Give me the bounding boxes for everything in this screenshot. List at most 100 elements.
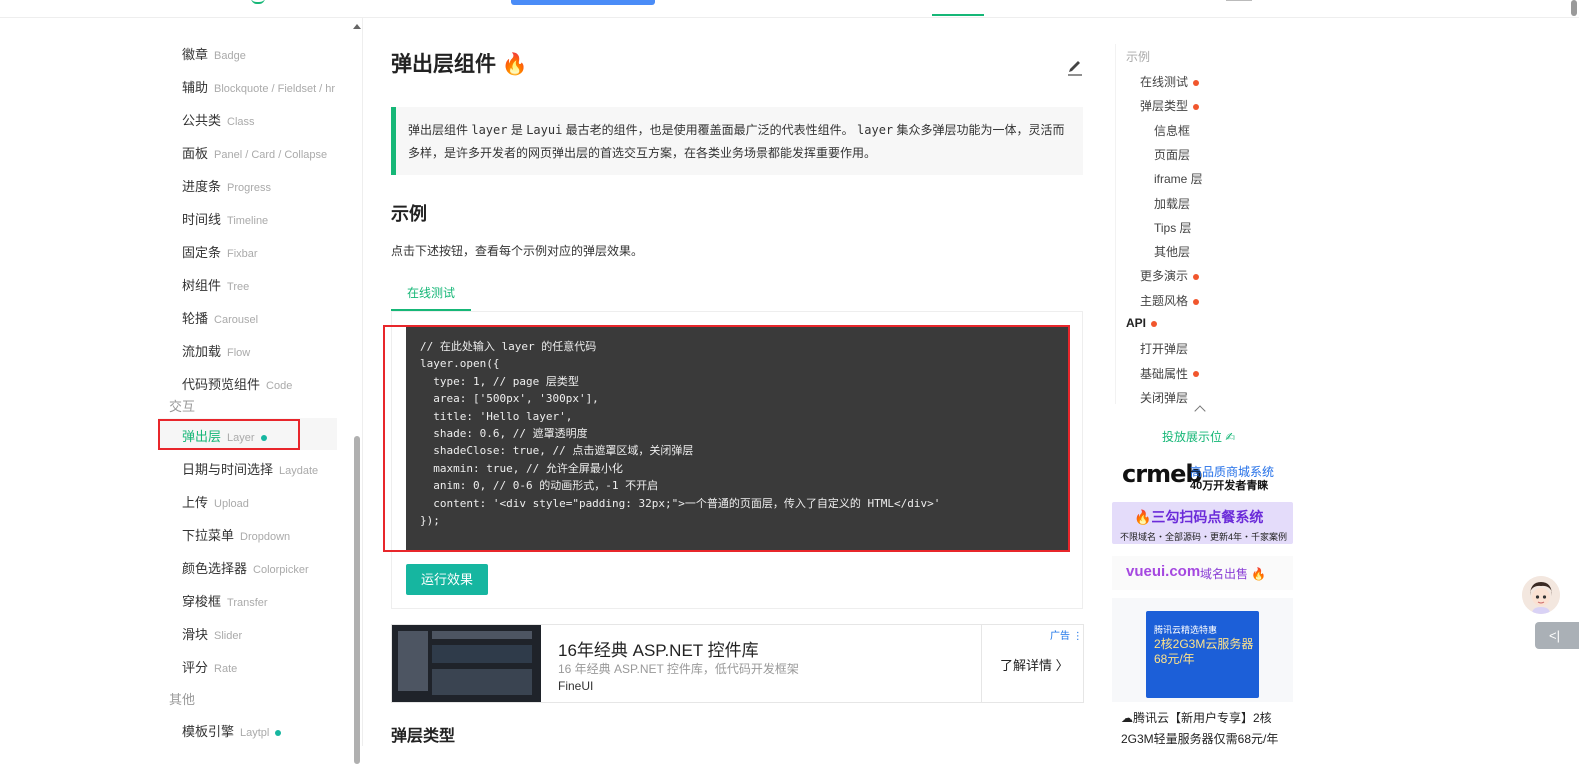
fire-icon: 🔥 [1251, 567, 1267, 581]
sidebar-item-flow[interactable]: 流加载 Flow [182, 341, 250, 360]
sidebar-item-transfer[interactable]: 穿梭框 Transfer [182, 591, 268, 610]
toc-item[interactable]: 基础属性 [1140, 365, 1200, 382]
run-button[interactable]: 运行效果 [406, 564, 488, 595]
left-sidebar: 徽章 Badge 辅助 Blockquote / Fieldset / hr 公共类 Cl… [0, 18, 363, 764]
sidebar-item-label: 颜色选择器 [182, 561, 248, 576]
inline-code: layer [857, 123, 894, 137]
sidebar-item-progress[interactable]: 进度条 Progress [182, 176, 271, 195]
new-dot-icon [1193, 104, 1200, 111]
ad-tencent-image: 腾讯云精选特惠 2核2G3M云服务器 68元/年 [1146, 611, 1259, 698]
sidebar-item-laytpl[interactable]: 模板引擎 Laytpl [182, 721, 282, 740]
tab-online-test[interactable]: 在线测试 [391, 281, 471, 311]
ad-subtitle: 16 年经典 ASP.NET 控件库，低代码开发框架 [558, 662, 799, 676]
edit-pen-icon[interactable] [1067, 58, 1083, 76]
sidebar-item-upload[interactable]: 上传 Upload [182, 492, 249, 511]
page-title: 弹出层组件 🔥 [391, 53, 528, 76]
ad-sangou[interactable]: 🔥三勾扫码点餐系统 不限域名・全部源码・更新4年・千家案例 [1112, 502, 1293, 544]
promo-link[interactable]: 投放展示位 ✍ [1162, 428, 1235, 445]
toc-item[interactable]: 更多演示 [1140, 267, 1200, 284]
toc-item[interactable]: iframe 层 [1154, 170, 1203, 187]
ad-tencent-caption-2[interactable]: 2G3M轻量服务器仅需68元/年 [1121, 730, 1278, 747]
sidebar-item-timeline[interactable]: 时间线 Timeline [182, 209, 268, 228]
page-scrollbar[interactable] [1571, 0, 1577, 16]
ad-crmeb-subline: 40万开发者青睐 [1190, 480, 1269, 492]
ad-tencent[interactable]: 腾讯云精选特惠 2核2G3M云服务器 68元/年 [1112, 598, 1293, 702]
sidebar-item-label: 进度条 [182, 179, 222, 194]
sidebar-item-label: 公共类 [182, 113, 222, 128]
sidebar-item-panel-card-collapse[interactable]: 面板 Panel / Card / Collapse [182, 143, 327, 162]
toc-item[interactable]: Tips 层 [1154, 219, 1192, 236]
sidebar-item-code[interactable]: 代码预览组件 Code [182, 374, 292, 393]
sidebar-item-class[interactable]: 公共类 Class [182, 110, 255, 129]
sidebar-item-dropdown[interactable]: 下拉菜单 Dropdown [182, 525, 290, 544]
sidebar-item-label: 流加载 [182, 344, 222, 359]
assistant-avatar[interactable] [1522, 576, 1560, 614]
inline-code: layer [471, 123, 508, 137]
toc-item-label: 更多演示 [1140, 269, 1189, 284]
example-description: 点击下述按钮，查看每个示例对应的弹层效果。 [391, 244, 644, 258]
sidebar-item-sublabel: Carousel [214, 314, 259, 326]
ad-crmeb[interactable]: crmeb 高品质商城系统 40万开发者青睐 [1112, 456, 1293, 496]
toc-item-label: 其他层 [1154, 245, 1191, 260]
sidebar-item-fixbar[interactable]: 固定条 Fixbar [182, 242, 258, 261]
toc-divider [1115, 44, 1116, 404]
sidebar-item-label: 时间线 [182, 212, 222, 227]
ad-brand: FineUI [558, 679, 594, 693]
sidebar-item-label: 上传 [182, 495, 209, 510]
top-nav-button[interactable] [511, 0, 655, 5]
sidebar-item-sublabel: Badge [214, 50, 246, 62]
toc-item[interactable]: 其他层 [1154, 243, 1190, 260]
toc-heading: 示例 [1126, 50, 1151, 64]
top-nav-item[interactable] [1226, 0, 1252, 1]
sidebar-item-sublabel: Progress [227, 182, 272, 194]
side-collapse-tab[interactable]: <| [1535, 622, 1579, 649]
new-dot-icon [1193, 274, 1200, 281]
toc-item[interactable]: 在线测试 [1140, 73, 1200, 90]
sidebar-scrollbar[interactable] [354, 436, 360, 764]
sidebar-item-colorpicker[interactable]: 颜色选择器 Colorpicker [182, 558, 309, 577]
sidebar-item-laydate[interactable]: 日期与时间选择 Laydate [182, 459, 318, 478]
sidebar-item-tree[interactable]: 树组件 Tree [182, 275, 249, 294]
ad-more-button[interactable]: 了解详情 〉 [1000, 655, 1069, 674]
top-nav-active-indicator [932, 14, 984, 16]
sidebar-item-slider[interactable]: 滑块 Slider [182, 624, 242, 643]
sidebar-item-badge[interactable]: 徽章 Badge [182, 44, 246, 63]
toc-item[interactable]: 主题风格 [1140, 292, 1200, 309]
sidebar-item-sublabel: Code [266, 380, 293, 392]
ad-tencent-headline: 腾讯云精选特惠 [1154, 625, 1218, 635]
toc-item[interactable]: 关闭弹层 [1140, 389, 1188, 406]
sidebar-item-sublabel: Slider [214, 630, 243, 642]
ad-tencent-caption[interactable]: ☁腾讯云【新用户专享】2核 [1121, 709, 1272, 726]
ad-sangou-subtitle: 不限域名・全部源码・更新4年・千家案例 [1120, 532, 1288, 542]
sidebar-item-carousel[interactable]: 轮播 Carousel [182, 308, 258, 327]
sidebar-item-label: 轮播 [182, 311, 209, 326]
sidebar-item-label: 穿梭框 [182, 594, 222, 609]
toc-item[interactable]: 弹层类型 [1140, 97, 1200, 114]
ad-banner[interactable]: 16年经典 ASP.NET 控件库 16 年经典 ASP.NET 控件库，低代码… [391, 624, 1084, 703]
ad-tencent-offer: 2核2G3M云服务器 68元/年 [1154, 637, 1254, 666]
sidebar-item-blockquote-fieldset-hr[interactable]: 辅助 Blockquote / Fieldset / hr [182, 77, 335, 96]
ad-sangou-title: 🔥三勾扫码点餐系统 [1134, 509, 1264, 525]
pen-icon: ✍ [1225, 430, 1236, 444]
ad-tag[interactable]: 广告 ⋮ [1050, 627, 1083, 642]
sidebar-item-label: 辅助 [182, 80, 209, 95]
toc-item[interactable]: 页面层 [1154, 146, 1190, 163]
sidebar-item-sublabel: Class [227, 116, 255, 128]
sidebar-item-label: 徽章 [182, 47, 209, 62]
toc-item[interactable]: 信息框 [1154, 122, 1190, 139]
intro-blockquote: 弹出层组件 layer 是 Layui 最古老的组件，也是使用覆盖面最广泛的代表… [391, 107, 1083, 175]
scroll-up-arrow-icon[interactable] [353, 24, 361, 29]
toc-item[interactable]: 加载层 [1154, 195, 1190, 212]
ad-title[interactable]: 16年经典 ASP.NET 控件库 [558, 636, 759, 661]
sidebar-item-sublabel: Laytpl [240, 727, 270, 739]
toc-item[interactable]: 打开弹层 [1140, 340, 1188, 357]
sidebar-item-sublabel: Blockquote / Fieldset / hr [214, 83, 336, 95]
chevron-up-icon[interactable] [1194, 405, 1206, 417]
toc-item-label: iframe 层 [1154, 172, 1203, 187]
sidebar-item-label: 固定条 [182, 245, 222, 260]
sidebar-item-label: 模板引擎 [182, 724, 235, 739]
sidebar-item-rate[interactable]: 评分 Rate [182, 657, 237, 676]
ad-vueui[interactable]: vueui.com 域名出售 🔥 [1112, 556, 1293, 590]
toc-item[interactable]: API [1126, 316, 1158, 330]
toc-item-label: 在线测试 [1140, 75, 1189, 89]
